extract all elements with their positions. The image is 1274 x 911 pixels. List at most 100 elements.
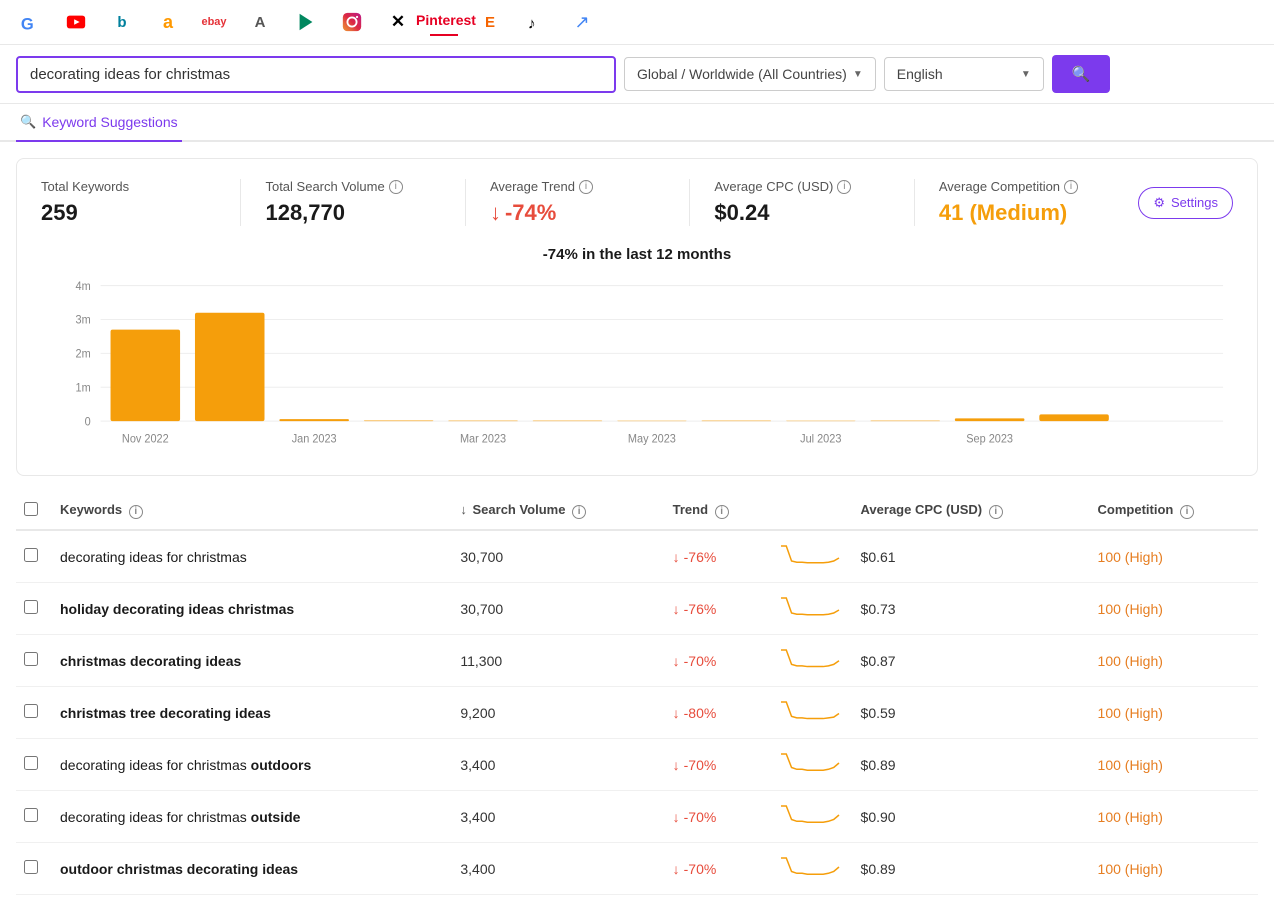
play-nav-icon[interactable] [292,8,320,36]
td-trend-1: ↓ -76% [665,583,773,635]
td-sparkline-6 [773,843,853,895]
stat-avg-competition: Average Competition i 41 (Medium) [914,179,1138,226]
row-checkbox-5[interactable] [24,808,38,822]
pinterest-nav-icon[interactable]: P Pinterest [430,8,458,36]
twitter-nav-icon[interactable]: ✕ [384,8,412,36]
td-checkbox-2 [16,635,52,687]
keywords-col-info-icon[interactable]: i [129,505,143,519]
td-competition-6: 100 (High) [1090,843,1258,895]
td-sparkline-2 [773,635,853,687]
row-checkbox-6[interactable] [24,860,38,874]
bing-nav-icon[interactable]: b [108,8,136,36]
search-bar: Global / Worldwide (All Countries) ▼ Eng… [0,45,1274,104]
td-competition-1: 100 (High) [1090,583,1258,635]
search-input[interactable] [30,66,602,83]
trend-down-arrow-icon: ↓ [490,200,501,226]
svg-text:1m: 1m [76,382,91,394]
stats-panel: Total Keywords 259 Total Search Volume i… [16,158,1258,476]
select-all-checkbox[interactable] [24,502,38,516]
avg-cpc-col-info-icon[interactable]: i [989,505,1003,519]
tiktok-nav-icon[interactable]: ♪ [522,8,550,36]
trend-down-icon-0: ↓ [673,549,680,565]
trends-nav-icon[interactable]: ↗ [568,8,596,36]
th-trend: Trend i [665,492,773,530]
td-keyword-6: outdoor christmas decorating ideas [52,843,452,895]
youtube-nav-icon[interactable] [62,8,90,36]
td-trend-4: ↓ -70% [665,739,773,791]
row-checkbox-3[interactable] [24,704,38,718]
etsy-nav-icon[interactable]: E [476,8,504,36]
stat-total-keywords-label: Total Keywords [41,179,240,194]
svg-text:Jan 2023: Jan 2023 [292,433,337,445]
avg-competition-info-icon[interactable]: i [1064,180,1078,194]
amazon-nav-icon[interactable]: a [154,8,182,36]
pinterest-label: Pinterest [416,12,476,28]
stat-total-search-volume-value: 128,770 [265,200,464,226]
stat-total-search-volume: Total Search Volume i 128,770 [240,179,464,226]
chart-svg: 4m 3m 2m 1m 0 [41,275,1233,455]
chart-title: -74% in the last 12 months [41,246,1233,263]
svg-text:Nov 2022: Nov 2022 [122,433,169,445]
row-checkbox-2[interactable] [24,652,38,666]
svg-text:4m: 4m [76,281,91,293]
stat-avg-cpc-value: $0.24 [714,200,913,226]
td-competition-0: 100 (High) [1090,530,1258,583]
search-volume-col-info-icon[interactable]: i [572,505,586,519]
svg-text:Mar 2023: Mar 2023 [460,433,506,445]
instagram-nav-icon[interactable] [338,8,366,36]
table-row: holiday decorating ideas christmas 30,70… [16,583,1258,635]
td-volume-5: 3,400 [452,791,664,843]
search-input-wrap[interactable] [16,56,616,93]
sparkline-svg-6 [781,855,841,879]
td-volume-2: 11,300 [452,635,664,687]
th-keywords-label: Keywords [60,502,122,517]
sparkline-svg-1 [781,595,841,619]
tab-keyword-suggestions[interactable]: 🔍 Keyword Suggestions [16,104,182,142]
td-keyword-5: decorating ideas for christmas outside [52,791,452,843]
td-keyword-1: holiday decorating ideas christmas [52,583,452,635]
search-button[interactable]: 🔍 [1052,55,1111,93]
svg-text:3m: 3m [76,314,91,326]
td-checkbox-6 [16,843,52,895]
row-checkbox-0[interactable] [24,548,38,562]
table-row: decorating ideas for christmas outside 3… [16,791,1258,843]
td-competition-3: 100 (High) [1090,687,1258,739]
row-checkbox-1[interactable] [24,600,38,614]
avg-trend-info-icon[interactable]: i [579,180,593,194]
svg-text:May 2023: May 2023 [628,433,676,445]
settings-button[interactable]: ⚙ Settings [1138,187,1233,219]
chart-container: 4m 3m 2m 1m 0 [41,275,1233,455]
stat-total-search-volume-label: Total Search Volume i [265,179,464,194]
avg-cpc-info-icon[interactable]: i [837,180,851,194]
language-select[interactable]: English ▼ [884,57,1044,91]
stat-avg-cpc: Average CPC (USD) i $0.24 [689,179,913,226]
google-nav-icon[interactable]: G [16,8,44,36]
td-keyword-2: christmas decorating ideas [52,635,452,687]
sparkline-svg-0 [781,543,841,567]
trend-down-icon-6: ↓ [673,861,680,877]
ebay-nav-icon[interactable]: ebay [200,8,228,36]
apple-nav-icon[interactable]: A [246,8,274,36]
stat-avg-trend-value: ↓ -74% [490,200,689,226]
td-cpc-5: $0.90 [853,791,1090,843]
settings-icon: ⚙ [1153,195,1165,211]
trend-down-icon-3: ↓ [673,705,680,721]
th-competition: Competition i [1090,492,1258,530]
td-volume-4: 3,400 [452,739,664,791]
td-checkbox-5 [16,791,52,843]
competition-col-info-icon[interactable]: i [1180,505,1194,519]
td-trend-3: ↓ -80% [665,687,773,739]
country-select[interactable]: Global / Worldwide (All Countries) ▼ [624,57,876,91]
row-checkbox-4[interactable] [24,756,38,770]
th-sparkline [773,492,853,530]
th-competition-label: Competition [1098,502,1174,517]
stat-avg-cpc-label: Average CPC (USD) i [714,179,913,194]
stat-total-keywords: Total Keywords 259 [41,179,240,226]
th-keywords: Keywords i [52,492,452,530]
td-keyword-3: christmas tree decorating ideas [52,687,452,739]
table-header-row: Keywords i ↓ Search Volume i Trend i Ave… [16,492,1258,530]
trend-col-info-icon[interactable]: i [715,505,729,519]
stat-avg-trend-label: Average Trend i [490,179,689,194]
total-search-volume-info-icon[interactable]: i [389,180,403,194]
stat-avg-trend: Average Trend i ↓ -74% [465,179,689,226]
